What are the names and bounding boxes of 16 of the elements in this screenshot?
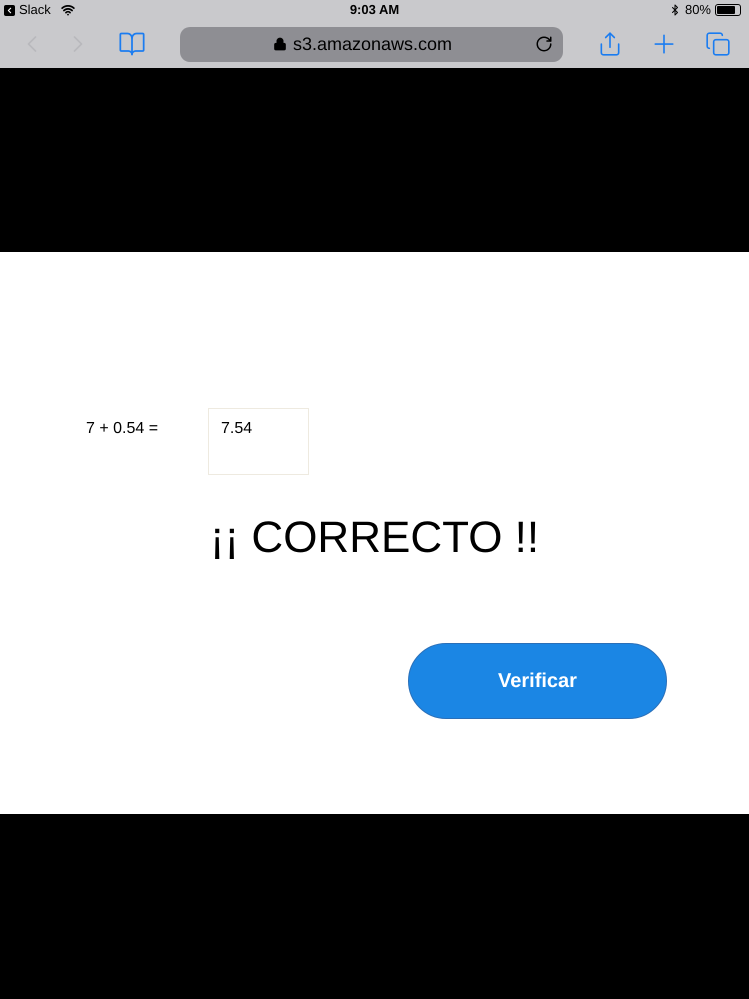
lock-icon bbox=[272, 37, 287, 51]
tabs-button[interactable] bbox=[705, 31, 731, 57]
verify-button[interactable]: Verificar bbox=[408, 643, 667, 719]
back-app-icon bbox=[4, 4, 15, 16]
clock: 9:03 AM bbox=[348, 1, 400, 20]
bookmarks-button[interactable] bbox=[118, 30, 146, 58]
url-text: s3.amazonaws.com bbox=[292, 32, 452, 56]
address-bar[interactable]: s3.amazonaws.com bbox=[180, 26, 563, 62]
wifi-icon bbox=[60, 3, 75, 17]
battery-percentage: 80% bbox=[684, 1, 711, 20]
equation: 7 + 0.54 = bbox=[86, 419, 160, 439]
battery-icon bbox=[715, 4, 741, 16]
back-app-link[interactable]: Slack bbox=[19, 0, 51, 20]
reload-icon[interactable] bbox=[535, 35, 553, 53]
feedback-message: ¡¡ CORRECTO !! bbox=[210, 512, 540, 564]
answer-field[interactable]: 7.54 bbox=[208, 408, 309, 475]
